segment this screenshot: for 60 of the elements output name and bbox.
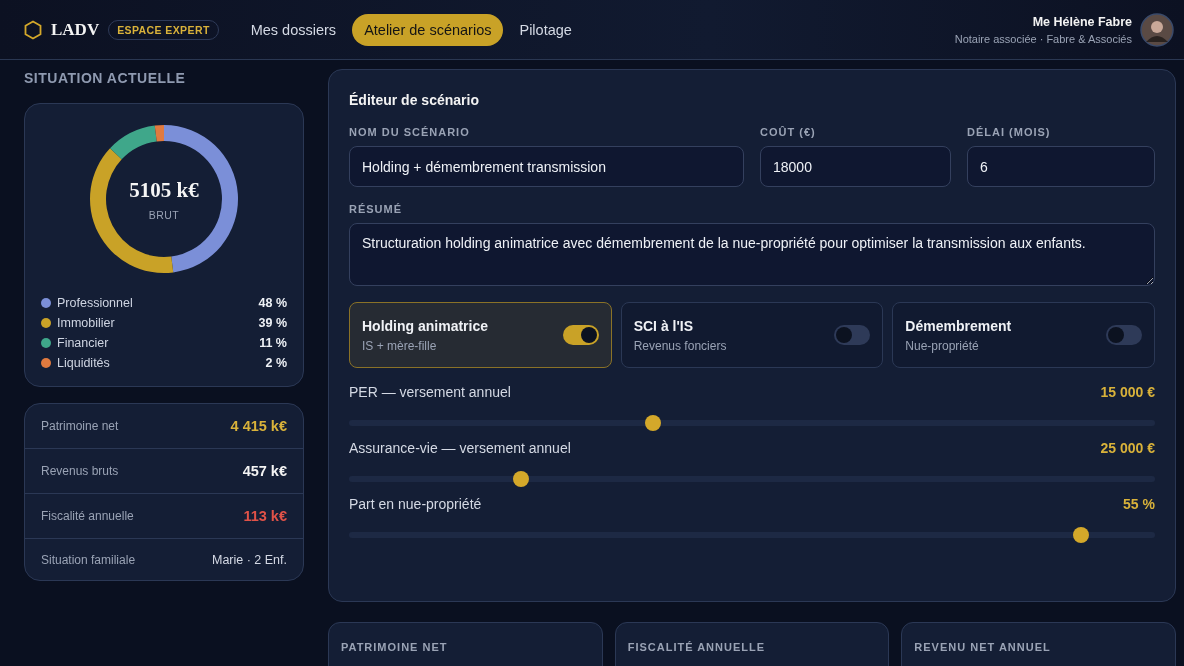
result-label: PATRIMOINE NET xyxy=(341,641,448,653)
slider-reading: 25 000 € xyxy=(1100,440,1155,456)
input-field[interactable]: 6 xyxy=(967,146,1155,187)
slider-thumb[interactable] xyxy=(512,471,529,487)
option-subtitle: Nue-propriété xyxy=(905,338,980,353)
panel-title: Éditeur de scénario xyxy=(349,92,480,108)
slider-label: Part en nue-propriété xyxy=(349,496,482,512)
section-title: SITUATION ACTUELLE xyxy=(24,70,187,86)
option-title: SCI à l'IS xyxy=(633,317,695,334)
option-card[interactable]: SCI à l'IS Revenus fonciers xyxy=(620,302,884,368)
result-label: FISCALITÉ ANNUELLE xyxy=(627,641,766,653)
field-label: NOM DU SCÉNARIO xyxy=(349,126,471,138)
toggle-switch[interactable] xyxy=(1106,325,1142,345)
legend-value: 39 % xyxy=(258,316,287,330)
toggle-switch[interactable] xyxy=(562,325,599,345)
total-label: BRUT xyxy=(148,208,180,221)
input-field[interactable]: 18000 xyxy=(760,146,951,187)
legend-label: Liquidités xyxy=(57,356,110,370)
slider-thumb[interactable] xyxy=(644,415,661,431)
user-name: Me Hélène Fabre xyxy=(1032,14,1132,29)
option-title: Démembrement xyxy=(905,317,1012,334)
legend-value: 2 % xyxy=(265,356,287,370)
metric-label: Revenus bruts xyxy=(41,464,119,478)
metric-label: Situation familiale xyxy=(41,552,136,567)
field-label: DÉLAI (MOIS) xyxy=(967,126,1052,138)
metric-label: Patrimoine net xyxy=(41,419,119,433)
user-role: Notaire associée · Fabre & Associés xyxy=(954,32,1132,45)
option-card[interactable]: Démembrement Nue-propriété xyxy=(892,302,1155,368)
logo-text: LADV xyxy=(51,19,100,40)
metric-value: 4 415 k€ xyxy=(230,418,287,434)
slider-thumb[interactable] xyxy=(1072,527,1089,543)
slider-label: Assurance-vie — versement annuel xyxy=(349,440,571,456)
slider-reading: 15 000 € xyxy=(1100,384,1155,400)
field-label: COÛT (€) xyxy=(760,126,817,138)
avatar-icon[interactable] xyxy=(1140,12,1174,47)
toggle-switch[interactable] xyxy=(834,325,871,345)
legend-value: 11 % xyxy=(259,336,287,350)
legend-value: 48 % xyxy=(258,296,287,310)
total-value: 5105 k€ xyxy=(129,177,199,203)
legend-label: Financier xyxy=(57,336,109,350)
slider-label: PER — versement annuel xyxy=(349,384,511,400)
metric-value: 113 k€ xyxy=(243,508,287,524)
legend-label: Immobilier xyxy=(57,316,115,330)
legend-label: Professionnel xyxy=(57,296,133,310)
option-title: Holding animatrice xyxy=(362,317,489,334)
option-card[interactable]: Holding animatrice IS + mère-fille xyxy=(349,302,612,368)
result-label: REVENU NET ANNUEL xyxy=(914,641,1051,653)
metric-label: Fiscalité annuelle xyxy=(41,509,134,523)
summary-field[interactable]: Structuration holding animatrice avec démembrement de la nue-propriété pour optimiser la transmission aux enfants. xyxy=(349,223,1155,286)
slider-reading: 55 % xyxy=(1123,496,1155,512)
nav-tab[interactable]: Pilotage xyxy=(507,13,584,46)
nav-tab[interactable]: Mes dossiers xyxy=(238,13,349,46)
nav-tab[interactable]: Atelier de scénarios xyxy=(352,13,504,46)
hexagon-icon xyxy=(24,19,42,40)
field-label: RÉSUMÉ xyxy=(349,203,404,215)
input-field[interactable]: Holding + démembrement transmission xyxy=(349,146,744,187)
option-subtitle: Revenus fonciers xyxy=(633,338,727,353)
metric-value: 457 k€ xyxy=(242,463,287,479)
metric-value: Marie · 2 Enf. xyxy=(211,552,287,567)
option-subtitle: IS + mère-fille xyxy=(362,338,438,353)
